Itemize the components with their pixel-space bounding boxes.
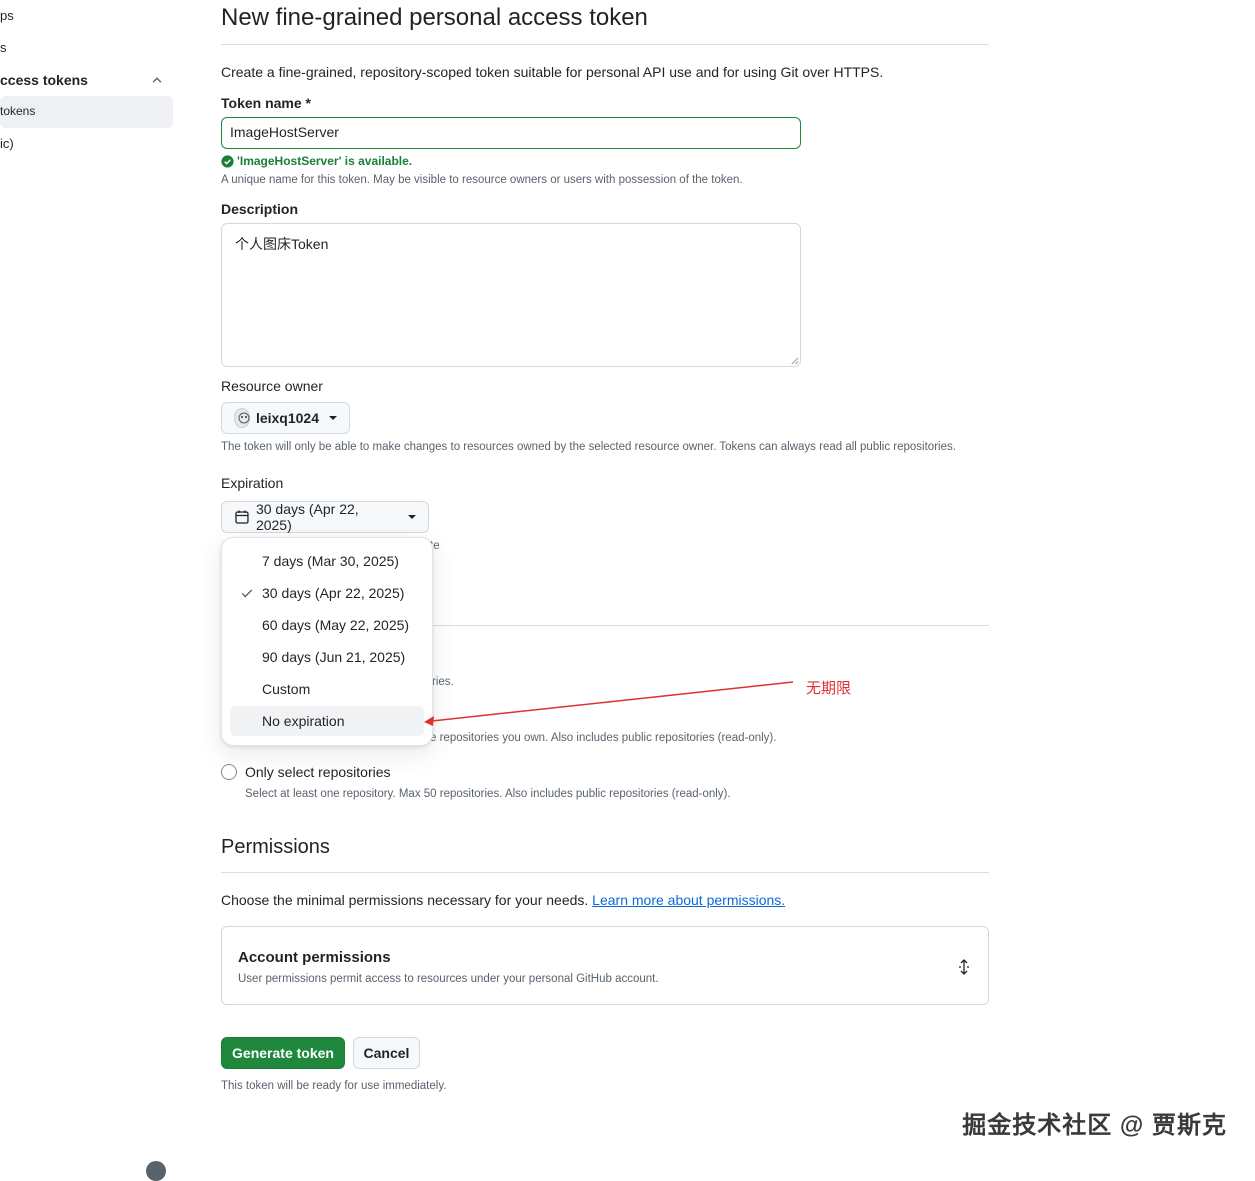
token-name-help: A unique name for this token. May be vis… <box>221 174 743 186</box>
watermark: 掘金技术社区 @ 贾斯克 <box>962 1112 1227 1139</box>
sidebar-item-label: tokens <box>0 104 36 118</box>
sidebar-section-access-tokens[interactable]: ccess tokens <box>0 72 88 88</box>
sidebar-item-classic-tokens[interactable]: ic) <box>0 136 14 151</box>
resize-handle-icon[interactable] <box>790 356 799 365</box>
expiration-option-no-expiration[interactable]: No expiration <box>230 706 424 736</box>
resource-owner-help: The token will only be able to make chan… <box>221 441 956 453</box>
expiration-selected-value: 30 days (Apr 22, 2025) <box>255 501 359 533</box>
resource-owner-label: Resource owner <box>221 378 323 394</box>
expiration-option-90-days[interactable]: 90 days (Jun 21, 2025) <box>230 642 424 672</box>
only-select-repositories-label[interactable]: Only select repositories <box>245 764 391 780</box>
description-label: Description <box>221 201 299 217</box>
divider <box>221 872 989 873</box>
chevron-up-icon[interactable] <box>150 73 164 87</box>
caret-down-icon <box>408 515 416 519</box>
sidebar-item-fragment-1[interactable]: ps <box>0 8 14 23</box>
expiration-option-30-days[interactable]: 30 days (Apr 22, 2025) <box>230 578 424 608</box>
expiration-dropdown[interactable]: 30 days (Apr 22, 2025) <box>221 501 429 533</box>
expiration-option-custom[interactable]: Custom <box>230 674 424 704</box>
permissions-heading: Permissions <box>221 836 330 858</box>
cancel-button[interactable]: Cancel <box>353 1037 420 1069</box>
calendar-icon <box>235 510 249 524</box>
partial-avatar <box>146 1161 166 1181</box>
only-select-repositories-help: Select at least one repository. Max 50 r… <box>245 788 731 800</box>
expiration-option-7-days[interactable]: 7 days (Mar 30, 2025) <box>230 546 424 576</box>
description-textarea[interactable]: 个人图床Token <box>221 223 801 367</box>
token-name-label: Token name * <box>221 95 311 111</box>
caret-down-icon <box>329 416 337 420</box>
divider <box>221 44 989 45</box>
resource-owner-dropdown[interactable]: leixq1024 <box>221 402 350 434</box>
generate-token-button[interactable]: Generate token <box>221 1037 345 1069</box>
all-repositories-help-fragment: e repositories you own. Also includes pu… <box>430 732 777 744</box>
page-title: New fine-grained personal access token <box>221 4 648 31</box>
page-intro: Create a fine-grained, repository-scoped… <box>221 64 884 80</box>
sidebar-item-fragment-2[interactable]: s <box>0 40 7 55</box>
only-select-repositories-radio[interactable] <box>221 764 237 780</box>
token-name-availability: 'ImageHostServer' is available. <box>237 154 413 168</box>
check-circle-icon <box>221 155 234 168</box>
account-permissions-title: Account permissions <box>238 949 391 966</box>
check-icon <box>241 589 253 598</box>
resource-owner-value: leixq1024 <box>255 410 319 426</box>
expiration-option-60-days[interactable]: 60 days (May 22, 2025) <box>230 610 424 640</box>
account-permissions-desc: User permissions permit access to resour… <box>238 973 659 985</box>
avatar <box>234 408 250 428</box>
token-name-input[interactable]: ImageHostServer <box>221 117 801 149</box>
generate-note: This token will be ready for use immedia… <box>221 1080 447 1092</box>
permissions-intro: Choose the minimal permissions necessary… <box>221 892 786 908</box>
account-permissions-panel[interactable]: Account permissions User permissions per… <box>221 926 989 1005</box>
annotation-label: 无期限 <box>806 680 852 697</box>
learn-more-permissions-link[interactable]: Learn more about permissions. <box>592 892 785 908</box>
expiration-label: Expiration <box>221 475 284 491</box>
public-repositories-help-fragment: ries. <box>432 676 454 688</box>
unfold-icon[interactable] <box>956 959 972 975</box>
expiration-menu: 7 days (Mar 30, 2025) 30 days (Apr 22, 2… <box>221 537 433 746</box>
